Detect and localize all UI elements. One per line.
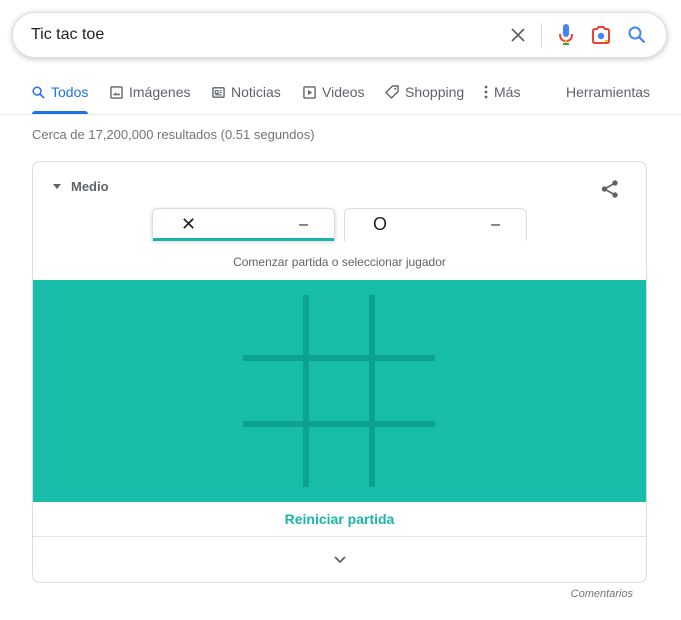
board-cell[interactable] [375,295,437,357]
tab-todos[interactable]: Todos [32,84,88,100]
player-x-button[interactable]: ✕ – [152,208,335,241]
tools-label: Herramientas [566,84,651,100]
more-vert-icon [484,85,488,99]
tab-videos[interactable]: Videos [303,84,365,100]
board-cell[interactable] [309,295,371,357]
board-cell[interactable] [375,427,437,489]
difficulty-label: Medio [71,179,109,194]
board-cell[interactable] [243,427,305,489]
search-icon [32,85,45,99]
share-icon[interactable] [600,179,620,204]
tabs-divider [0,114,681,115]
board-cell[interactable] [309,361,371,423]
search-input[interactable] [31,13,491,57]
player-o-button[interactable]: O – [344,208,527,241]
tab-mas[interactable]: Más [484,84,520,100]
search-icon[interactable] [622,13,652,57]
tab-label: Videos [322,84,365,100]
tab-label: Imágenes [129,84,191,100]
camera-lens-icon[interactable] [586,13,616,57]
tab-noticias[interactable]: Noticias [212,84,281,100]
restart-game-button[interactable]: Reiniciar partida [33,502,646,536]
tools-button[interactable]: Herramientas [566,84,650,100]
tic-tac-toe-card: Medio ✕ – O – Comenzar partida o selecci… [32,161,647,583]
search-divider [541,23,542,47]
game-status: Comenzar partida o seleccionar jugador [233,255,446,269]
result-stats: Cerca de 17,200,000 resultados (0.51 seg… [32,127,315,142]
board-cell[interactable] [309,427,371,489]
clear-icon[interactable] [503,13,533,57]
board-cell[interactable] [243,295,305,357]
caret-down-icon [53,184,61,189]
player-o-score: – [491,216,500,233]
player-x-score: – [299,216,308,233]
search-tabs: Todos Imágenes Noticias Videos Shopping … [32,80,652,114]
tab-label: Shopping [405,84,465,100]
image-icon [110,85,123,99]
difficulty-dropdown[interactable]: Medio [53,179,109,194]
card-divider [33,536,646,537]
tag-icon [385,85,399,99]
microphone-icon[interactable] [551,13,581,57]
news-icon [212,86,225,98]
tab-label: Más [494,84,521,100]
feedback-link[interactable]: Comentarios [571,588,633,600]
search-bar [12,12,667,58]
expand-button[interactable] [33,538,646,582]
tab-imagenes[interactable]: Imágenes [110,84,190,100]
tab-label: Noticias [231,84,281,100]
player-x-mark: ✕ [181,214,197,234]
chevron-down-icon [333,556,346,564]
game-board [243,295,435,487]
tab-shopping[interactable]: Shopping [385,84,464,100]
video-icon [303,85,316,99]
board-cell[interactable] [243,361,305,423]
player-o-mark: O [373,214,388,234]
tab-label: Todos [51,84,89,100]
game-board-area [33,280,646,502]
board-cell[interactable] [375,361,437,423]
